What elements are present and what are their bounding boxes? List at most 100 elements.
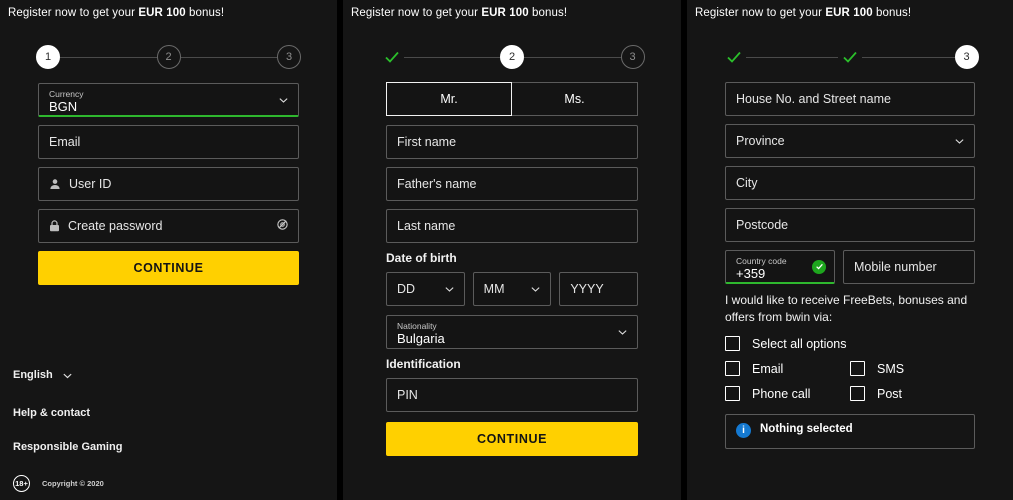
step-connector	[524, 56, 621, 58]
marketing-options-grid: Email Phone call SMS Post	[725, 361, 975, 411]
identification-label: Identification	[386, 357, 461, 371]
promo-prefix: Register now to get your	[695, 7, 826, 19]
panel-step-2: Register now to get your EUR 100 bonus! …	[343, 0, 681, 500]
country-code-value: +359	[736, 265, 766, 281]
first-name-field[interactable]: First name	[386, 125, 638, 159]
salutation-option-ms[interactable]: Ms.	[512, 82, 638, 116]
marketing-optin-text: I would like to receive FreeBets, bonuse…	[725, 293, 968, 324]
country-code-select[interactable]: Country code +359	[725, 250, 835, 284]
step-indicator-1[interactable]: 1	[36, 45, 60, 69]
checkbox-box[interactable]	[725, 361, 740, 376]
country-code-wrapper: Country code +359	[725, 250, 835, 284]
continue-button-step-1[interactable]: CONTINUE	[38, 251, 299, 285]
promo-highlight: EUR 100	[825, 7, 873, 19]
province-placeholder: Province	[736, 134, 785, 148]
checkbox-box[interactable]	[725, 386, 740, 401]
fathers-name-field[interactable]: Father's name	[386, 167, 638, 201]
country-code-label: Country code	[736, 255, 787, 266]
currency-value: BGN	[49, 98, 78, 114]
nationality-select[interactable]: Nationality Bulgaria	[386, 315, 638, 349]
step-indicator-1[interactable]	[380, 45, 404, 69]
salutation-toggle: Mr. Ms.	[386, 82, 638, 116]
currency-select[interactable]: Currency BGN	[38, 83, 299, 117]
checkbox-label: Post	[877, 386, 903, 401]
dob-month-select[interactable]: MM	[472, 272, 552, 306]
step-label: 3	[963, 51, 970, 63]
step-indicator-1[interactable]	[722, 45, 746, 69]
last-name-placeholder: Last name	[397, 219, 456, 233]
province-select[interactable]: Province	[725, 124, 975, 158]
mobile-number-field[interactable]: Mobile number	[843, 250, 975, 284]
step-indicator-2[interactable]: 2	[156, 45, 181, 69]
step-label: 3	[629, 51, 636, 63]
signup-form-step-3: House No. and Street name Province City …	[687, 82, 1013, 449]
step-indicator-3[interactable]: 3	[954, 45, 979, 69]
stepper-1: 1 2 3	[36, 45, 301, 69]
pin-field[interactable]: PIN	[386, 378, 638, 412]
eye-off-icon[interactable]	[276, 218, 289, 234]
help-and-contact-link[interactable]: Help & contact	[13, 407, 337, 419]
checkbox-box[interactable]	[850, 386, 865, 401]
promo-prefix: Register now to get your	[351, 7, 482, 19]
promo-banner: Register now to get your EUR 100 bonus!	[0, 0, 337, 19]
date-of-birth-row: DD MM YYYY	[386, 272, 639, 306]
checkbox-post[interactable]: Post	[850, 386, 975, 401]
step-label: 2	[508, 51, 516, 63]
panel-step-1: Register now to get your EUR 100 bonus! …	[0, 0, 337, 500]
step-indicator-3[interactable]: 3	[620, 45, 645, 69]
street-placeholder: House No. and Street name	[736, 92, 891, 106]
check-icon	[384, 51, 399, 63]
step-label: 1	[44, 51, 52, 63]
salutation-option-mr[interactable]: Mr.	[386, 82, 512, 116]
checkbox-box[interactable]	[725, 336, 740, 351]
marketing-options-col-left: Email Phone call	[725, 361, 850, 411]
copyright-row: 18+ Copyright © 2020	[13, 475, 337, 492]
checkbox-select-all[interactable]: Select all options	[725, 336, 975, 351]
step-connector	[862, 56, 955, 58]
step-label: 2	[165, 51, 172, 63]
last-name-field[interactable]: Last name	[386, 209, 638, 243]
promo-suffix: bonus!	[872, 7, 912, 19]
checkbox-sms[interactable]: SMS	[850, 361, 975, 376]
chevron-down-icon	[531, 287, 540, 292]
email-placeholder: Email	[49, 135, 81, 149]
continue-button-step-2[interactable]: CONTINUE	[386, 422, 638, 456]
date-of-birth-label: Date of birth	[386, 251, 457, 265]
promo-prefix: Register now to get your	[8, 7, 139, 19]
registration-screens: Register now to get your EUR 100 bonus! …	[0, 0, 1013, 500]
step-connector	[60, 56, 157, 58]
promo-highlight: EUR 100	[481, 7, 529, 19]
user-id-field[interactable]: User ID	[38, 167, 299, 201]
language-selector[interactable]: English	[13, 369, 337, 381]
postcode-field[interactable]: Postcode	[725, 208, 975, 242]
checkbox-box[interactable]	[850, 361, 865, 376]
step-connector	[745, 56, 838, 58]
checkbox-phone-call[interactable]: Phone call	[725, 386, 850, 401]
street-address-field[interactable]: House No. and Street name	[725, 82, 975, 116]
step-indicator-2[interactable]	[838, 45, 862, 69]
step-connector	[180, 56, 277, 58]
step-indicator-2[interactable]: 2	[500, 45, 524, 69]
email-field[interactable]: Email	[38, 125, 299, 159]
chevron-down-icon	[618, 330, 627, 335]
step-label: 3	[285, 51, 293, 63]
city-field[interactable]: City	[725, 166, 975, 200]
responsible-gaming-link[interactable]: Responsible Gaming	[13, 441, 337, 453]
panel-step-3: Register now to get your EUR 100 bonus! …	[687, 0, 1013, 500]
user-id-placeholder: User ID	[69, 177, 112, 191]
check-icon	[726, 51, 741, 63]
checkbox-label: SMS	[877, 361, 905, 376]
dob-day-select[interactable]: DD	[386, 272, 465, 306]
step-indicator-3[interactable]: 3	[277, 45, 301, 69]
password-field[interactable]: Create password	[38, 209, 299, 243]
mobile-placeholder: Mobile number	[854, 260, 937, 274]
nationality-value: Bulgaria	[397, 331, 445, 346]
stepper-3: 3	[722, 45, 979, 69]
checkbox-email[interactable]: Email	[725, 361, 850, 376]
checkbox-label: Select all options	[752, 336, 847, 351]
dob-day-placeholder: DD	[397, 282, 416, 296]
user-icon	[49, 178, 61, 190]
dob-day-cell: DD	[386, 272, 465, 306]
promo-banner: Register now to get your EUR 100 bonus!	[687, 0, 1013, 19]
dob-year-field[interactable]: YYYY	[559, 272, 639, 306]
